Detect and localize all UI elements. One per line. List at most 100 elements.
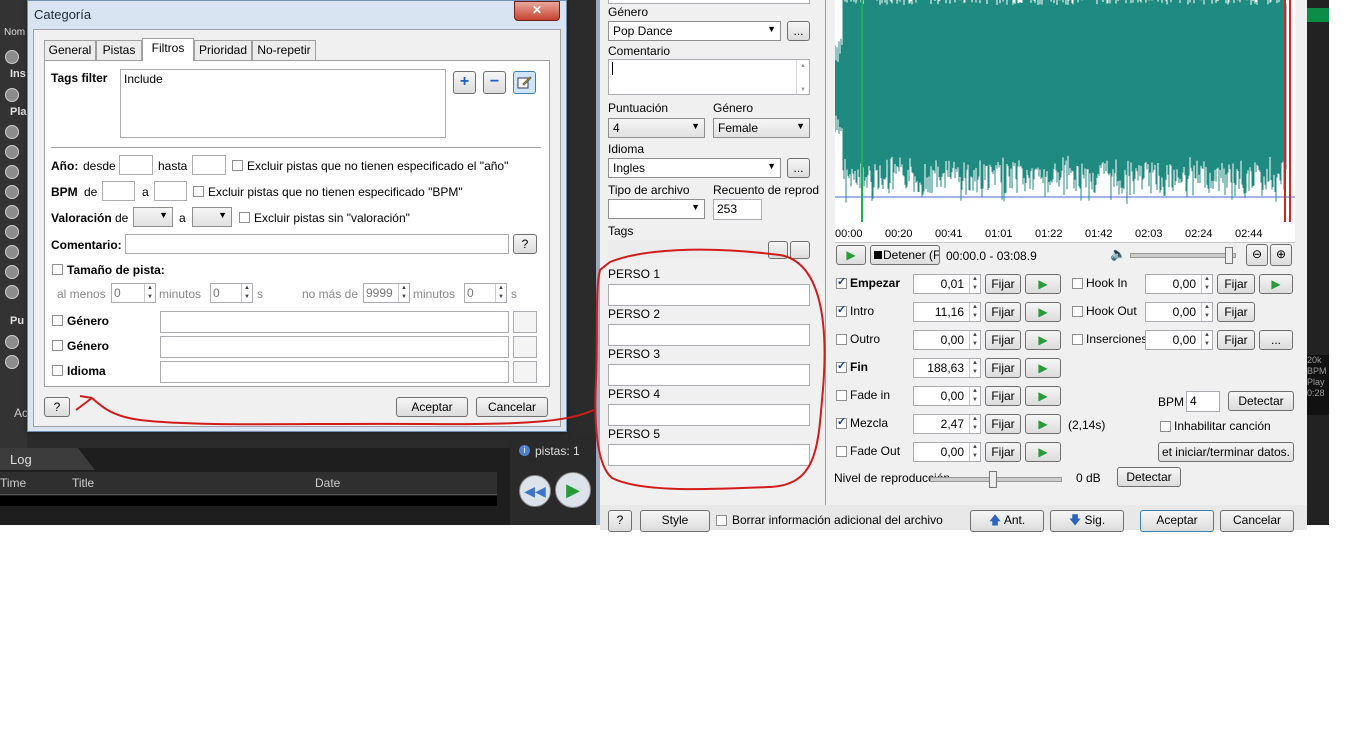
play-preview-button[interactable]: ▶ (836, 245, 866, 265)
cancel-button[interactable]: Cancelar (1220, 510, 1294, 532)
dialog-accept-button[interactable]: Aceptar (396, 397, 468, 417)
track-icon[interactable] (5, 185, 19, 199)
genero2-select[interactable]: Female ▼ (713, 118, 810, 138)
track-icon[interactable] (5, 225, 19, 239)
cue-inserciones-checkbox[interactable] (1072, 334, 1083, 345)
comentario-textarea[interactable]: ▲ ▼ (608, 59, 810, 95)
tags-filter-list[interactable]: Include (120, 69, 446, 138)
puntuacion-select[interactable]: 4 ▼ (608, 118, 705, 138)
genero1-checkbox[interactable] (52, 315, 63, 326)
genero2-input[interactable] (160, 336, 509, 358)
log-col-time[interactable]: Time (0, 476, 26, 490)
stop-button[interactable]: Detener (F5 (870, 245, 940, 265)
log-col-title[interactable]: Title (72, 476, 94, 490)
dialog-help-button[interactable]: ? (44, 397, 70, 417)
cue-empezar-fijar-button[interactable]: Fijar (985, 274, 1021, 294)
cue-outro-play-button[interactable]: ▶ (1025, 330, 1061, 350)
max-seconds-spinner[interactable]: 0 ▲ ▼ (464, 283, 507, 303)
tags-filter-item[interactable]: Include (124, 72, 163, 86)
cue-mezcla-checkbox[interactable] (836, 415, 847, 429)
nivel-thumb[interactable] (989, 471, 997, 488)
tab-prioridad[interactable]: Prioridad (194, 40, 252, 60)
inhabilitar-checkbox[interactable] (1160, 421, 1171, 432)
track-icon[interactable] (5, 145, 19, 159)
excl-anio-checkbox[interactable] (232, 160, 243, 171)
remove-tag-button[interactable]: − (483, 71, 506, 94)
track-icon[interactable] (5, 205, 19, 219)
perso1-input[interactable] (608, 284, 810, 306)
idioma-select[interactable]: Ingles ▼ (608, 158, 781, 178)
volume-slider[interactable] (1130, 247, 1236, 264)
cue-fade-in-value[interactable]: 0,00 ▲ ▼ (913, 386, 981, 406)
tags-edit-button[interactable] (768, 241, 788, 259)
set-datos-button[interactable]: et iniciar/terminar datos. (1158, 442, 1294, 462)
cue-fade-out-fijar-button[interactable]: Fijar (985, 442, 1021, 462)
cue-fade-in-play-button[interactable]: ▶ (1025, 386, 1061, 406)
cue-fade-in-fijar-button[interactable]: Fijar (985, 386, 1021, 406)
dialog-cancel-button[interactable]: Cancelar (476, 397, 548, 417)
genero2-picker-button[interactable] (513, 336, 537, 358)
genero1-input[interactable] (160, 311, 509, 333)
cue-fade-out-checkbox[interactable] (836, 446, 847, 457)
cue-hook-in-fijar-button[interactable]: Fijar (1217, 274, 1255, 294)
cue-inserciones-value[interactable]: 0,00 ▲ ▼ (1145, 330, 1213, 350)
track-icon[interactable] (5, 125, 19, 139)
tab-filtros[interactable]: Filtros (142, 38, 194, 61)
comentario-input[interactable] (125, 234, 509, 254)
bpm-to-input[interactable] (154, 181, 187, 201)
anio-hasta-input[interactable] (192, 155, 226, 175)
cue-empezar-play-button[interactable]: ▶ (1025, 274, 1061, 294)
next-button[interactable]: 🡇 Sig. (1050, 510, 1124, 532)
tags-area[interactable] (608, 240, 768, 258)
track-icon[interactable] (5, 265, 19, 279)
hook-in-play-button[interactable]: ▶ (1259, 274, 1293, 294)
anio-desde-input[interactable] (119, 155, 153, 175)
tab-no-repetir[interactable]: No-repetir (252, 40, 316, 60)
cue-fin-play-button[interactable]: ▶ (1025, 358, 1061, 378)
cue-outro-fijar-button[interactable]: Fijar (985, 330, 1021, 350)
style-button[interactable]: Style (640, 510, 710, 532)
idioma-checkbox[interactable] (52, 365, 63, 376)
cue-mezcla-play-button[interactable]: ▶ (1025, 414, 1061, 434)
genero1-picker-button[interactable] (513, 311, 537, 333)
cue-mezcla-fijar-button[interactable]: Fijar (985, 414, 1021, 434)
cue-fade-in-checkbox[interactable] (836, 390, 847, 401)
tab-pistas[interactable]: Pistas (96, 40, 142, 60)
cue-fade-out-value[interactable]: 0,00 ▲ ▼ (913, 442, 981, 462)
recuento-input[interactable]: 253 (713, 199, 762, 220)
play-button[interactable]: ▶ (555, 472, 591, 508)
tamano-checkbox[interactable] (52, 264, 63, 275)
cue-hook-in-value[interactable]: 0,00 ▲ ▼ (1145, 274, 1213, 294)
idioma-browse-button[interactable]: ... (787, 158, 810, 178)
cue-hook-out-value[interactable]: 0,00 ▲ ▼ (1145, 302, 1213, 322)
cue-fin-checkbox[interactable] (836, 359, 847, 373)
track-icon[interactable] (5, 88, 19, 102)
idioma-input[interactable] (160, 361, 509, 383)
top-partial-field[interactable] (608, 0, 810, 4)
edit-tag-button[interactable] (513, 71, 536, 94)
tipo-select[interactable]: ▼ (608, 199, 705, 219)
track-icon[interactable] (5, 355, 19, 369)
cue-empezar-checkbox[interactable] (836, 275, 847, 289)
genero2-checkbox[interactable] (52, 340, 63, 351)
cue-fade-out-play-button[interactable]: ▶ (1025, 442, 1061, 462)
cue-intro-fijar-button[interactable]: Fijar (985, 302, 1021, 322)
tab-general[interactable]: General (44, 40, 96, 60)
idioma-picker-button[interactable] (513, 361, 537, 383)
close-button[interactable]: ✕ (514, 1, 560, 21)
genero-browse-button[interactable]: ... (787, 21, 810, 41)
borrar-checkbox[interactable] (716, 515, 727, 526)
bpm-input[interactable]: 4 (1186, 391, 1220, 412)
add-tag-button[interactable]: + (453, 71, 476, 94)
track-icon[interactable] (5, 335, 19, 349)
inserciones-browse-button[interactable]: ... (1259, 330, 1293, 350)
valoracion-from-select[interactable]: ▼ (133, 207, 173, 227)
cue-outro-value[interactable]: 0,00 ▲ ▼ (913, 330, 981, 350)
cue-inserciones-fijar-button[interactable]: Fijar (1217, 330, 1255, 350)
nivel-detect-button[interactable]: Detectar (1117, 467, 1181, 487)
cue-fin-value[interactable]: 188,63 ▲ ▼ (913, 358, 981, 378)
genero-select[interactable]: Pop Dance ▼ (608, 21, 781, 41)
track-icon[interactable] (5, 245, 19, 259)
excl-valoracion-checkbox[interactable] (239, 212, 250, 223)
waveform-view[interactable] (834, 0, 1295, 222)
